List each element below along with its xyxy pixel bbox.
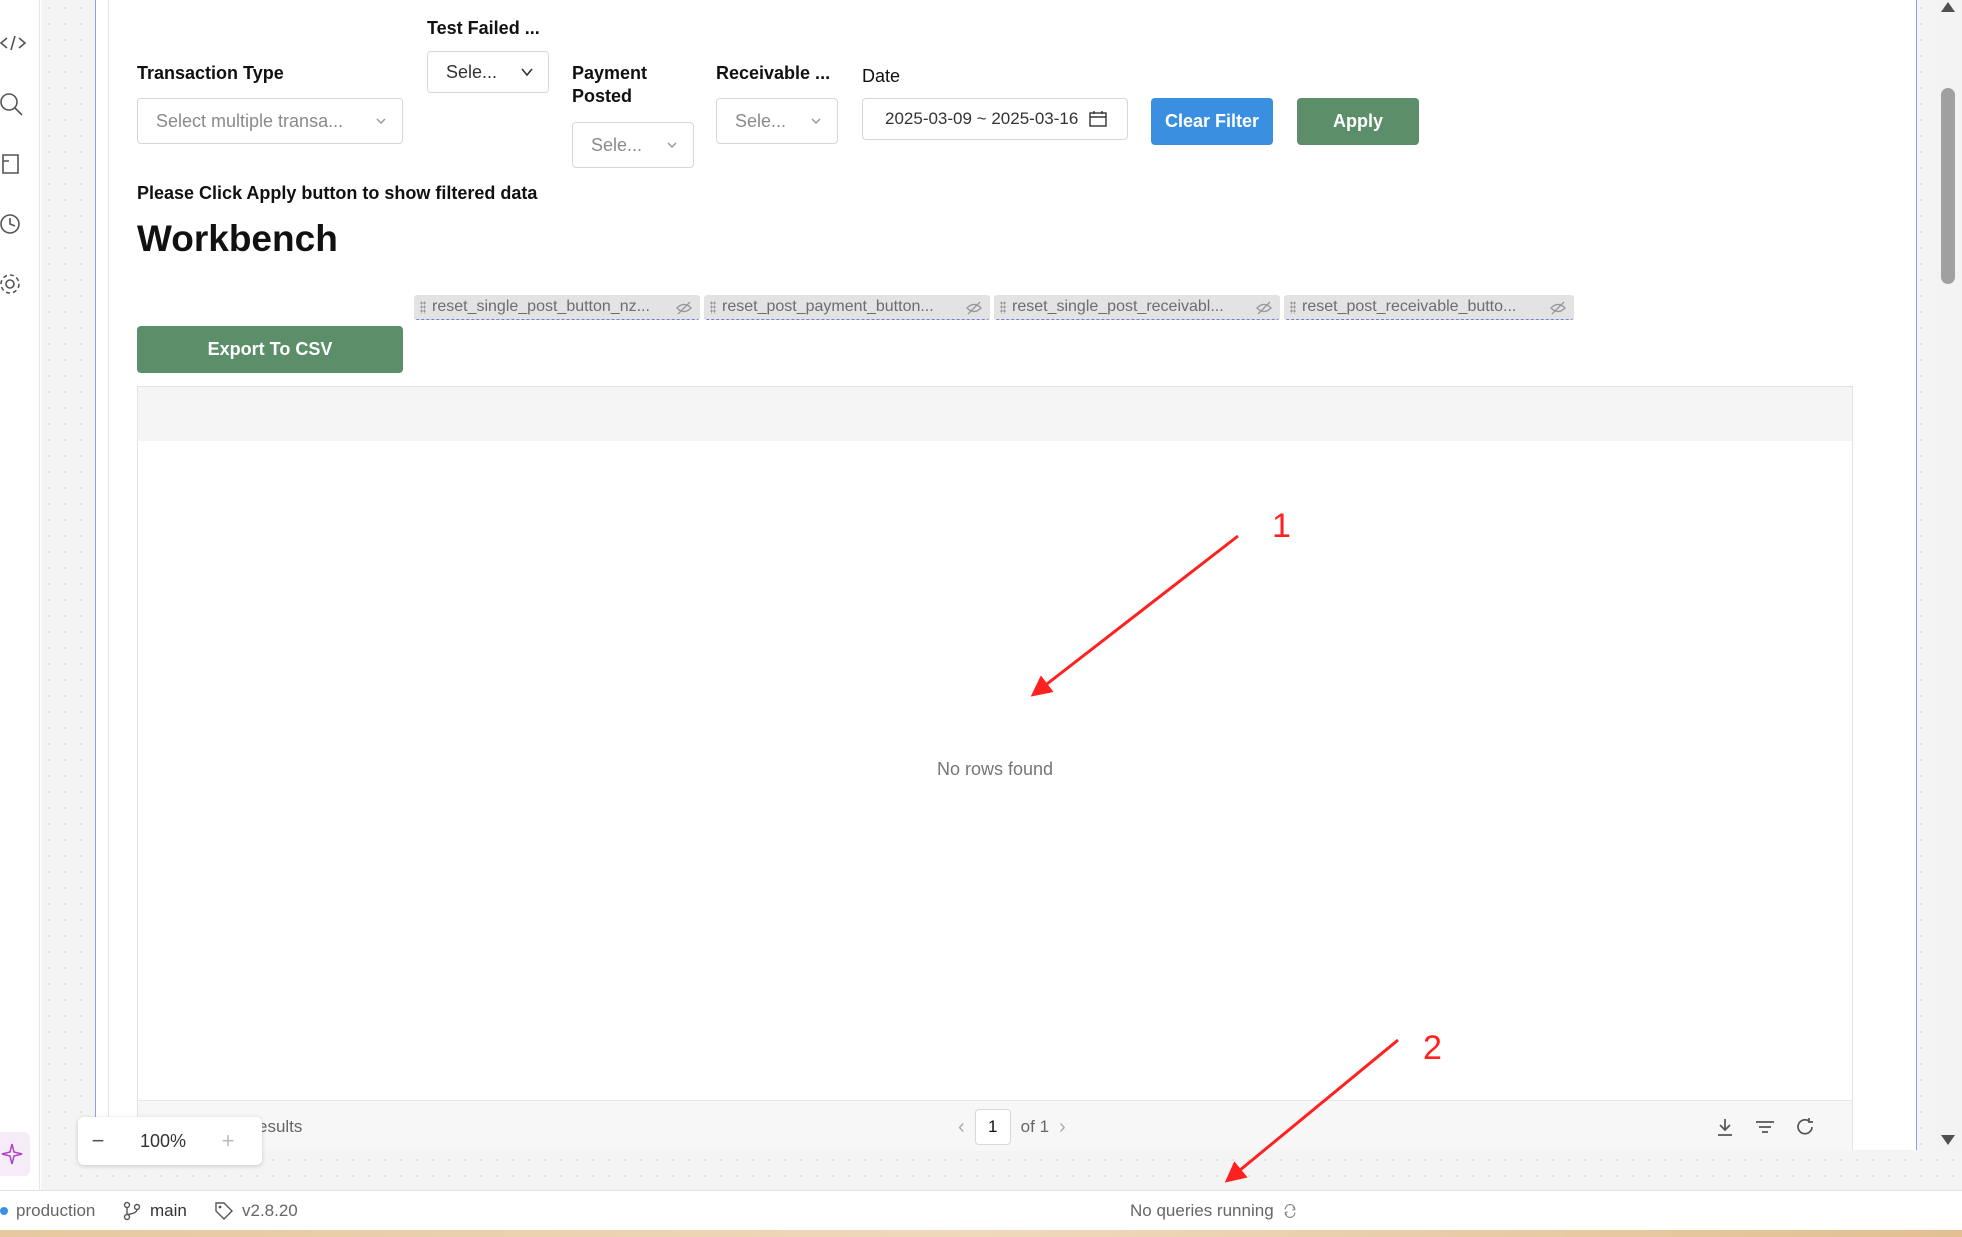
page-total: of 1 [1020, 1117, 1050, 1136]
empty-state-text: No rows found [936, 759, 1054, 779]
left-toolbar [0, 0, 40, 1190]
payment-posted-placeholder: Sele... [591, 134, 643, 155]
branch-indicator[interactable]: main [122, 1201, 187, 1221]
sparkle-icon [1, 1143, 23, 1165]
table-footer: esults ‹ 1 of 1 › [138, 1100, 1852, 1151]
search-icon[interactable] [0, 91, 26, 117]
payment-posted-select[interactable]: Sele... [572, 122, 694, 168]
date-range-picker[interactable]: 2025-03-09 ~ 2025-03-16 [862, 98, 1128, 140]
gear-icon[interactable] [0, 271, 26, 297]
drag-handle-icon[interactable] [1290, 301, 1296, 314]
eye-off-icon[interactable] [676, 300, 692, 316]
test-failed-label: Test Failed ... [427, 18, 540, 38]
apply-hint-text: Please Click Apply button to show filter… [137, 183, 538, 203]
chevron-down-icon [811, 118, 821, 125]
zoom-control: − 100% + [78, 1117, 262, 1165]
version-number: v2.8.20 [242, 1201, 298, 1220]
hidden-component-name: reset_single_post_receivabl... [1012, 298, 1224, 315]
table-tools [1714, 1116, 1816, 1138]
hidden-component-name: reset_post_payment_button... [722, 298, 934, 315]
zoom-out-button[interactable]: − [78, 1128, 118, 1154]
payment-posted-label-line1: Payment [572, 63, 648, 83]
scroll-up-arrow[interactable] [1941, 2, 1955, 12]
receivable-label: Receivable ... [716, 63, 831, 83]
results-count: esults [258, 1117, 303, 1136]
frame-guide [108, 0, 109, 1150]
sync-icon[interactable] [1282, 1203, 1298, 1219]
refresh-icon[interactable] [1794, 1116, 1816, 1138]
calendar-icon [1089, 111, 1107, 127]
query-status-text: No queries running [1130, 1201, 1274, 1220]
hidden-component-chip[interactable]: reset_post_receivable_butto... [1284, 295, 1574, 320]
ai-assistant-button[interactable] [0, 1132, 30, 1176]
next-page-icon[interactable]: › [1059, 1116, 1066, 1139]
branch-name: main [150, 1201, 187, 1220]
transaction-type-label: Transaction Type [137, 63, 284, 83]
environment-name: production [16, 1201, 96, 1220]
zoom-in-button[interactable]: + [208, 1128, 248, 1154]
vertical-scrollbar[interactable] [1935, 0, 1962, 1150]
chevron-down-icon [667, 142, 677, 149]
payment-posted-label-line2: Posted [572, 86, 633, 106]
zoom-level[interactable]: 100% [118, 1131, 208, 1152]
date-range-value: 2025-03-09 ~ 2025-03-16 [885, 109, 1079, 128]
hidden-component-chip[interactable]: reset_post_payment_button... [704, 295, 990, 320]
environment-indicator[interactable]: production [0, 1201, 95, 1221]
page-icon[interactable] [0, 151, 26, 177]
receivable-select[interactable]: Sele... [716, 98, 838, 144]
receivable-placeholder: Sele... [735, 110, 787, 131]
hidden-component-chip[interactable]: reset_single_post_button_nz... [414, 295, 700, 320]
desktop-taskbar-edge [0, 1230, 1962, 1237]
hidden-component-name: reset_single_post_button_nz... [432, 298, 650, 315]
apply-button[interactable]: Apply [1297, 98, 1419, 145]
chevron-down-icon [376, 118, 386, 125]
download-icon[interactable] [1714, 1116, 1736, 1138]
page-number-input[interactable]: 1 [974, 1109, 1011, 1145]
table-header-row [138, 387, 1852, 441]
drag-handle-icon[interactable] [420, 301, 426, 314]
tag-icon [215, 1202, 233, 1220]
version-indicator[interactable]: v2.8.20 [214, 1201, 298, 1221]
history-icon[interactable] [0, 211, 26, 237]
clear-filter-button[interactable]: Clear Filter [1151, 98, 1273, 145]
pagination: ‹ 1 of 1 › [958, 1109, 1066, 1145]
environment-dot-icon [0, 1207, 8, 1215]
date-label: Date [862, 66, 901, 86]
payment-posted-label: Payment Posted [572, 62, 647, 108]
transaction-type-select[interactable]: Select multiple transa... [137, 98, 403, 144]
eye-off-icon[interactable] [1550, 300, 1566, 316]
eye-off-icon[interactable] [1256, 300, 1272, 316]
test-failed-placeholder: Sele... [446, 61, 498, 82]
status-bar: production main v2.8.20 No queries runni… [0, 1190, 1962, 1230]
query-status: No queries running [1130, 1201, 1298, 1221]
export-csv-button[interactable]: Export To CSV [137, 326, 403, 373]
page-title: Workbench [137, 218, 338, 259]
chevron-down-icon [521, 68, 533, 77]
prev-page-icon[interactable]: ‹ [958, 1116, 965, 1139]
drag-handle-icon[interactable] [710, 301, 716, 314]
hidden-component-name: reset_post_receivable_butto... [1302, 298, 1517, 315]
transaction-type-placeholder: Select multiple transa... [156, 110, 344, 131]
filter-icon[interactable] [1754, 1116, 1776, 1138]
drag-handle-icon[interactable] [1000, 301, 1006, 314]
test-failed-select[interactable]: Sele... [427, 51, 549, 93]
code-icon[interactable] [0, 30, 27, 56]
hidden-component-chip[interactable]: reset_single_post_receivabl... [994, 295, 1280, 320]
scrollbar-thumb[interactable] [1941, 88, 1955, 284]
scroll-down-arrow[interactable] [1941, 1135, 1955, 1145]
eye-off-icon[interactable] [966, 300, 982, 316]
git-branch-icon [123, 1201, 141, 1221]
workbench-table: No rows found esults ‹ 1 of 1 › [137, 386, 1853, 1151]
